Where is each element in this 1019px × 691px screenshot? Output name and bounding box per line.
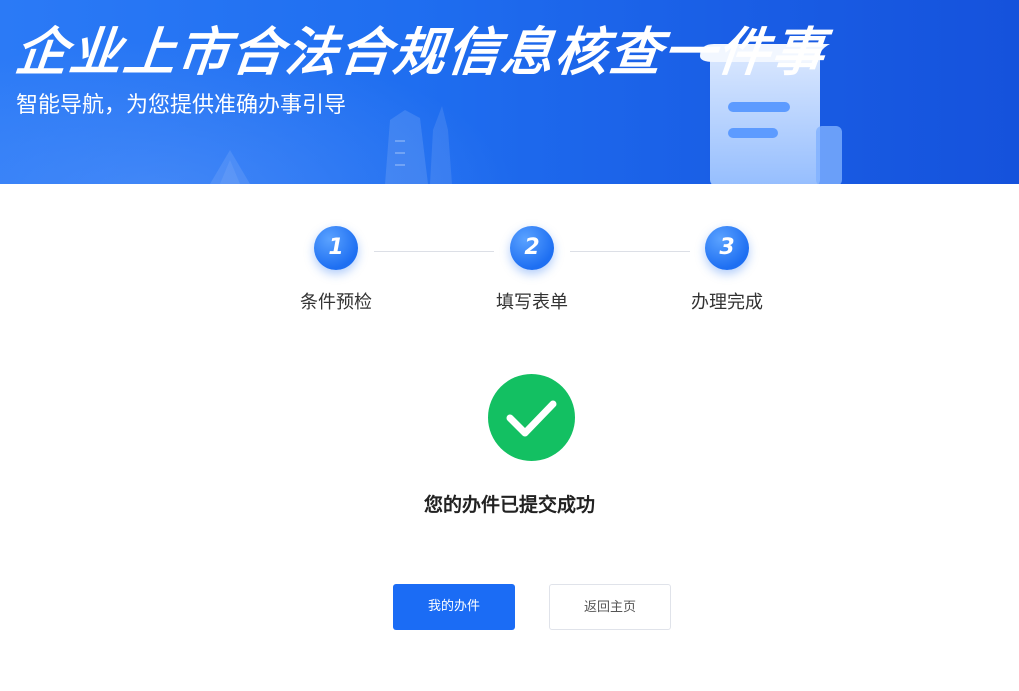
page-subtitle: 智能导航，为您提供准确办事引导 xyxy=(16,93,347,118)
step-connector xyxy=(374,251,494,252)
step-3-badge: 3 xyxy=(705,226,749,270)
step-2-label: 填写表单 xyxy=(496,292,568,313)
header-banner: 企业上市合法合规信息核查一件事 智能导航，为您提供准确办事引导 xyxy=(0,0,1019,184)
success-message: 您的办件已提交成功 xyxy=(423,494,595,516)
step-connector xyxy=(570,251,690,252)
step-1-label: 条件预检 xyxy=(300,292,372,313)
my-items-button[interactable]: 我的办件 xyxy=(393,584,515,630)
step-2-badge: 2 xyxy=(510,226,554,270)
page-title: 企业上市合法合规信息核查一件事 xyxy=(12,23,829,83)
step-3-label: 办理完成 xyxy=(691,292,763,313)
success-check-icon xyxy=(488,374,575,461)
step-1-badge: 1 xyxy=(314,226,358,270)
return-home-button[interactable]: 返回主页 xyxy=(549,584,671,630)
